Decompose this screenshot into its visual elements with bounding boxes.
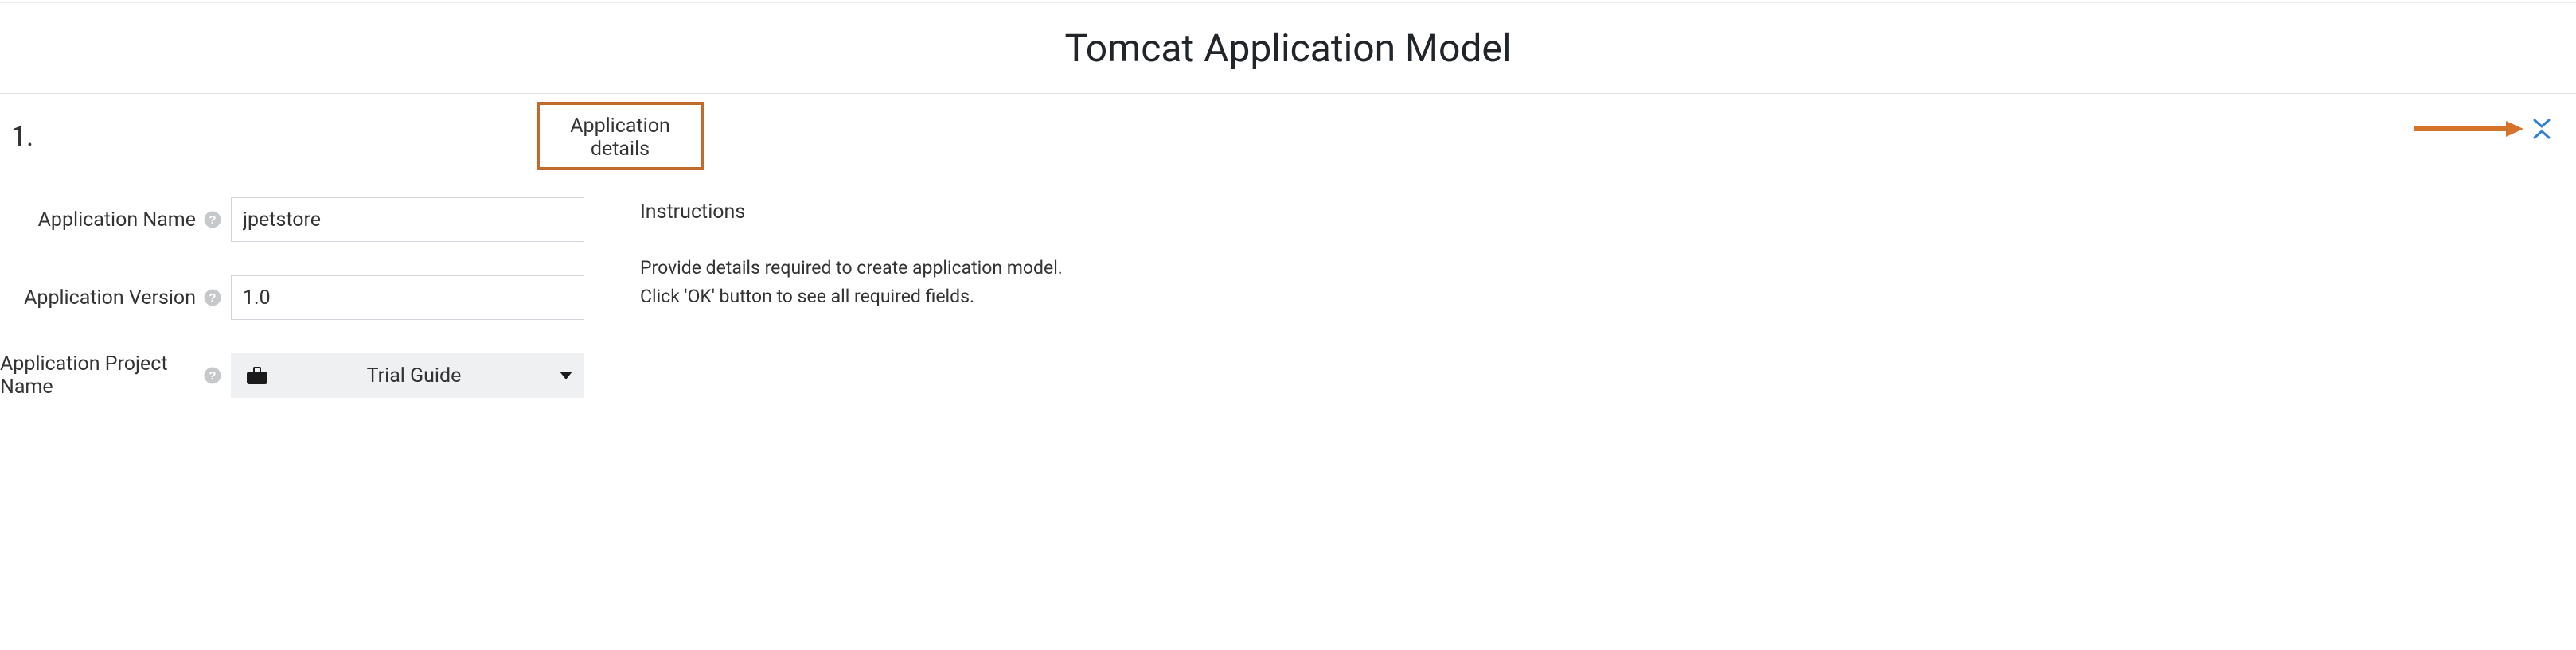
section-head: 1. Application details	[0, 94, 2576, 181]
page-root: Tomcat Application Model 1. Application …	[0, 0, 2576, 398]
row-application-project: Application Project Name ?	[0, 353, 621, 398]
help-icon[interactable]: ?	[204, 289, 221, 306]
collapse-expand-control[interactable]	[2533, 118, 2551, 140]
annotation-arrow-icon	[2412, 118, 2523, 140]
page-title: Tomcat Application Model	[0, 25, 2576, 71]
section-title: Application details	[540, 111, 701, 161]
instructions-body: Provide details required to create appli…	[640, 254, 1063, 310]
page-header: Tomcat Application Model	[0, 3, 2576, 93]
briefcase-icon	[245, 365, 269, 386]
form-fields: Application Name ? Appl	[0, 197, 621, 398]
chevron-up-icon	[2533, 129, 2551, 140]
help-icon[interactable]: ?	[204, 211, 221, 228]
section-application-details: 1. Application details	[0, 94, 2576, 398]
annotation-arrow-group	[2412, 118, 2551, 140]
label-app-version: Application Version	[24, 286, 196, 309]
application-version-input[interactable]	[231, 275, 584, 320]
application-name-input[interactable]	[231, 197, 584, 242]
instructions-heading: Instructions	[640, 200, 1063, 224]
application-project-select[interactable]: Trial Guide	[231, 353, 584, 398]
label-app-project: Application Project Name	[0, 352, 196, 399]
instructions-panel: Instructions Provide details required to…	[621, 197, 1063, 310]
application-project-selected: Trial Guide	[269, 364, 559, 387]
svg-text:?: ?	[209, 369, 216, 383]
chevron-down-icon	[2533, 118, 2551, 129]
instructions-line-2: Click 'OK' button to see all required fi…	[640, 282, 1063, 311]
caret-down-icon	[559, 368, 573, 383]
form-area: Application Name ? Appl	[0, 181, 2576, 398]
field-cell-app-version	[231, 275, 584, 320]
label-cell-app-version: Application Version ?	[0, 286, 231, 309]
row-application-version: Application Version ?	[0, 275, 621, 320]
svg-text:?: ?	[209, 213, 216, 227]
label-app-name: Application Name	[38, 208, 196, 232]
label-cell-app-name: Application Name ?	[0, 208, 231, 232]
instructions-line-1: Provide details required to create appli…	[640, 254, 1063, 282]
field-cell-app-project: Trial Guide	[231, 353, 584, 398]
step-number: 1.	[11, 121, 33, 153]
svg-text:?: ?	[209, 291, 216, 305]
label-cell-app-project: Application Project Name ?	[0, 352, 231, 399]
help-icon[interactable]: ?	[204, 367, 221, 384]
section-title-highlight: Application details	[537, 102, 704, 170]
row-application-name: Application Name ?	[0, 197, 621, 242]
field-cell-app-name	[231, 197, 584, 242]
